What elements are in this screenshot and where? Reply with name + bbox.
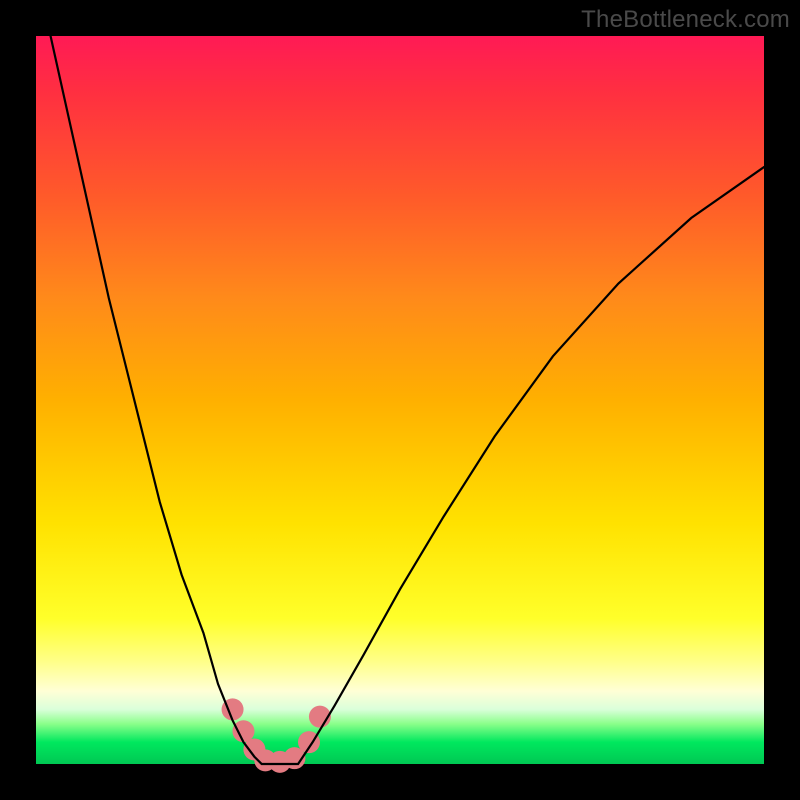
marker-group xyxy=(222,698,331,772)
chart-svg xyxy=(36,36,764,764)
outer-frame: TheBottleneck.com xyxy=(0,0,800,800)
plot-area xyxy=(36,36,764,764)
bottleneck-curve xyxy=(51,36,764,764)
watermark-text: TheBottleneck.com xyxy=(581,6,790,34)
